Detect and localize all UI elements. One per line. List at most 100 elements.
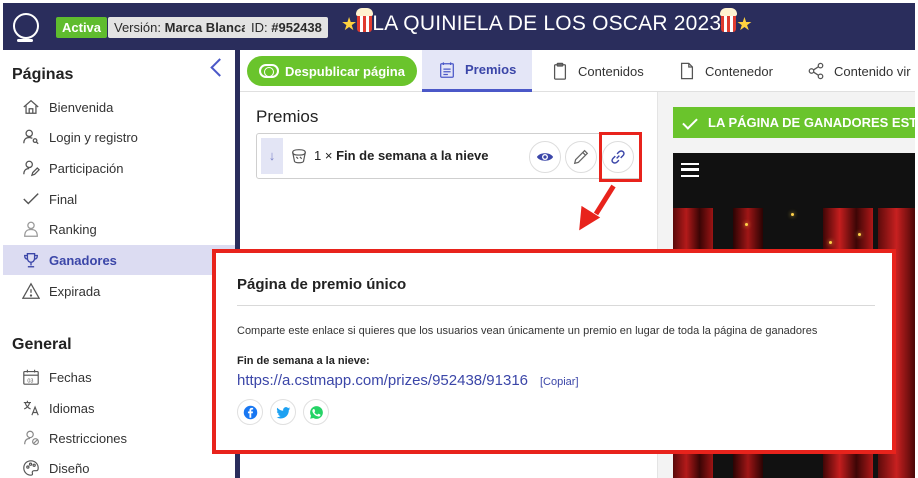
restriction-icon	[21, 428, 41, 448]
home-icon	[21, 97, 41, 117]
hamburger-menu-icon[interactable]	[681, 163, 699, 177]
sidebar-item-label: Ranking	[49, 221, 97, 237]
top-bar: Activa Versión: Marca Blanca ID: #952438…	[3, 3, 915, 50]
sidebar-item-participacion[interactable]: Participación	[3, 153, 235, 183]
id-badge: ID: #952438	[245, 17, 328, 38]
pencil-icon	[573, 149, 589, 165]
share-facebook-button[interactable]	[237, 399, 263, 425]
sidebar-item-label: Participación	[49, 160, 124, 176]
sidebar-item-bienvenida[interactable]: Bienvenida	[3, 92, 235, 122]
tab-label: Contenido vir	[834, 63, 911, 79]
star-icon: ★	[736, 14, 753, 34]
popcorn-icon	[720, 8, 738, 32]
sidebar-item-label: Ganadores	[49, 252, 117, 268]
prize-icon	[290, 147, 308, 170]
sparkle-decoration	[745, 223, 748, 226]
app-title-text: LA QUINIELA DE LOS OSCAR 2023	[372, 12, 722, 35]
user-key-icon	[21, 127, 41, 147]
status-badge: Activa	[56, 17, 108, 38]
prizes-title: Premios	[256, 107, 319, 126]
preview-banner-text: LA PÁGINA DE GANADORES EST	[708, 115, 915, 130]
user-edit-icon	[21, 158, 41, 178]
prize-link-label: Fin de semana a la nieve:	[237, 355, 370, 367]
sparkle-decoration	[858, 233, 861, 236]
eye-icon	[536, 153, 554, 161]
svg-text:03: 03	[27, 378, 33, 384]
sidebar-item-label: Diseño	[49, 460, 90, 476]
check-icon	[682, 114, 698, 130]
unpublish-page-button[interactable]: Despublicar página	[247, 56, 417, 86]
trophy-icon	[21, 250, 41, 270]
prize-quantity: 1 ×	[314, 148, 333, 163]
sidebar-item-ganadores[interactable]: Ganadores	[3, 245, 235, 275]
pages-section-title: Páginas	[12, 66, 74, 83]
collapse-sidebar-icon[interactable]	[210, 58, 229, 77]
popcorn-icon	[356, 8, 374, 32]
list-icon	[438, 61, 456, 79]
popup-description: Comparte este enlace si quieres que los …	[237, 325, 818, 337]
calendar-icon: 03	[21, 367, 41, 387]
tab-contenedor[interactable]: Contenedor	[678, 50, 773, 92]
sidebar-item-label: Bienvenida	[49, 99, 114, 115]
sparkle-decoration	[791, 213, 794, 216]
tab-premios[interactable]: Premios	[422, 50, 533, 92]
link-button-highlight	[599, 132, 642, 182]
version-badge: Versión: Marca Blanca	[108, 17, 255, 38]
toggle-icon	[259, 64, 279, 78]
sidebar-item-label: Idiomas	[49, 400, 95, 416]
single-prize-link-popup: Página de premio único Comparte este enl…	[212, 249, 896, 454]
app-title: ★ LA QUINIELA DE LOS OSCAR 2023 ★	[341, 8, 753, 36]
prize-name: Fin de semana a la nieve	[336, 148, 489, 163]
whatsapp-icon	[309, 405, 323, 419]
sparkle-decoration	[829, 241, 832, 244]
sidebar-item-label: Restricciones	[49, 430, 128, 446]
translate-icon	[21, 398, 41, 418]
edit-prize-button[interactable]	[565, 141, 597, 173]
share-icon	[807, 62, 825, 80]
sidebar-item-final[interactable]: Final	[3, 184, 235, 214]
sidebar-item-label: Final	[49, 191, 78, 207]
prize-link[interactable]: https://a.cstmapp.com/prizes/952438/9131…	[237, 372, 528, 389]
tab-label: Contenidos	[578, 63, 644, 79]
sidebar-item-label: Login y registro	[49, 129, 138, 145]
file-icon	[678, 62, 696, 80]
warning-icon	[21, 281, 41, 301]
id-label: ID:	[251, 20, 268, 35]
version-value: Marca Blanca	[164, 20, 249, 35]
editor-toolbar: Despublicar página Premios Contenidos Co…	[240, 50, 915, 92]
sidebar-item-restricciones[interactable]: Restricciones	[3, 423, 235, 453]
sidebar-item-login[interactable]: Login y registro	[3, 122, 235, 152]
sidebar-item-label: Expirada	[49, 283, 101, 299]
check-icon	[21, 189, 41, 209]
preview-banner: LA PÁGINA DE GANADORES EST	[673, 107, 915, 138]
view-prize-button[interactable]	[529, 141, 561, 173]
copy-link-button[interactable]: [Copiar]	[540, 376, 579, 388]
share-twitter-button[interactable]	[270, 399, 296, 425]
sidebar: Páginas Bienvenida Login y registro Part…	[3, 50, 235, 478]
facebook-icon	[243, 405, 257, 419]
sidebar-item-diseno[interactable]: Diseño	[3, 453, 235, 478]
sidebar-item-idiomas[interactable]: Idiomas	[3, 393, 235, 423]
star-icon: ★	[341, 14, 358, 34]
id-value: #952438	[271, 20, 322, 35]
sidebar-item-expirada[interactable]: Expirada	[3, 276, 235, 306]
prize-item[interactable]: ↓ 1 × Fin de semana a la nieve	[256, 133, 641, 179]
tab-label: Premios	[465, 62, 517, 77]
prize-item-text: 1 × Fin de semana a la nieve	[314, 148, 489, 163]
version-label: Versión:	[114, 20, 161, 35]
general-section-title: General	[12, 336, 72, 353]
clipboard-icon	[551, 62, 569, 80]
sidebar-item-label: Fechas	[49, 369, 92, 385]
twitter-icon	[275, 406, 290, 418]
sidebar-item-ranking[interactable]: Ranking	[3, 214, 235, 244]
tab-label: Contenedor	[705, 63, 773, 79]
app-logo-icon[interactable]	[13, 13, 39, 42]
tab-contenidos[interactable]: Contenidos	[551, 50, 644, 92]
ranking-icon	[21, 219, 41, 239]
sidebar-item-fechas[interactable]: 03 Fechas	[3, 362, 235, 392]
popup-title: Página de premio único	[237, 276, 407, 293]
tab-contenido-viral[interactable]: Contenido vir	[807, 50, 911, 92]
share-whatsapp-button[interactable]	[303, 399, 329, 425]
drag-handle[interactable]: ↓	[261, 138, 283, 174]
palette-icon	[21, 458, 41, 478]
